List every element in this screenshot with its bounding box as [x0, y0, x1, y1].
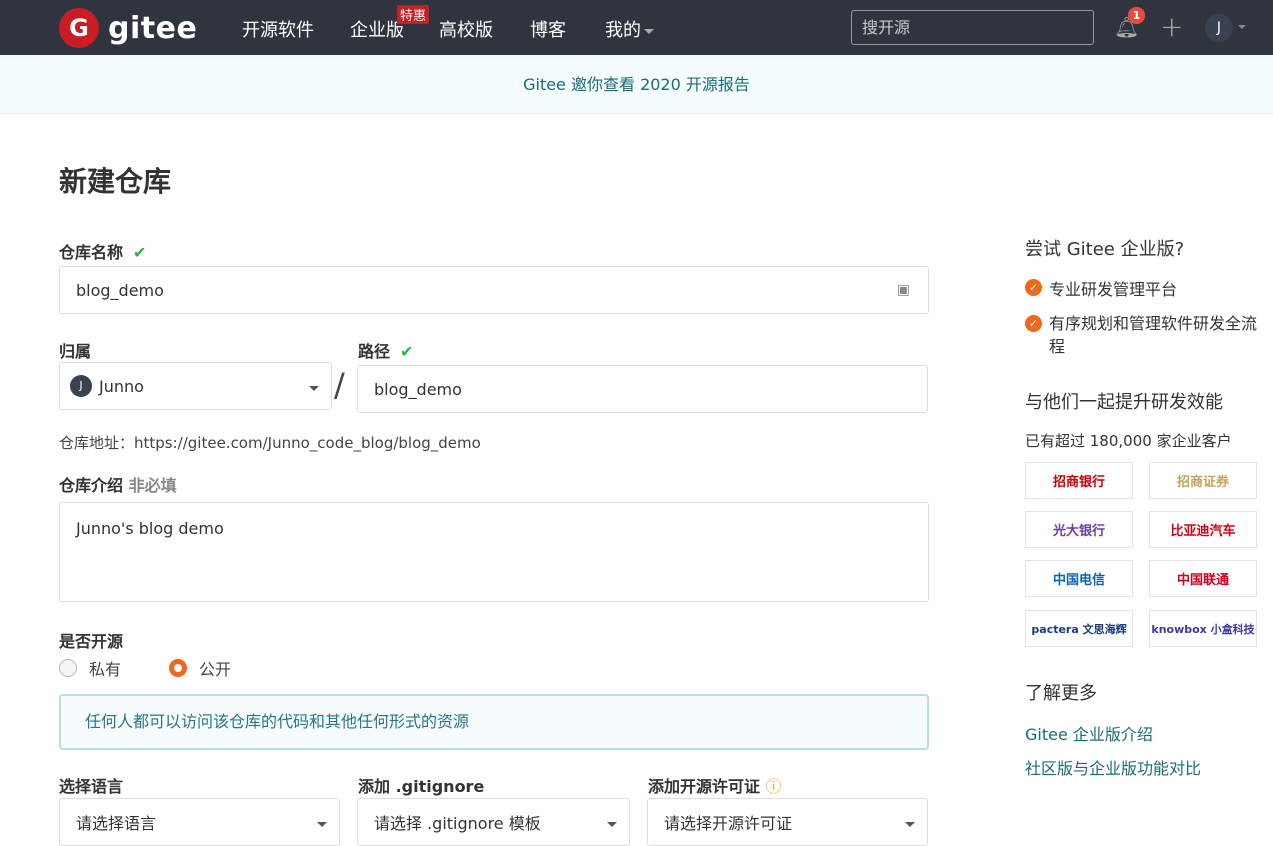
- optional-tag: 非必填: [128, 476, 177, 495]
- public-info-box: 任何人都可以访问该仓库的代码和其他任何形式的资源: [59, 694, 929, 750]
- repo-address: 仓库地址：https://gitee.com/Junno_code_blog/b…: [59, 434, 481, 452]
- chevron-down-icon: [317, 822, 327, 827]
- chevron-down-icon: [905, 822, 915, 827]
- license-select[interactable]: 请选择开源许可证: [647, 798, 928, 846]
- logo-mark: G: [59, 8, 99, 48]
- description-label: 仓库介绍 非必填: [59, 472, 177, 496]
- feature-text: 专业研发管理平台: [1049, 280, 1178, 299]
- language-label: 选择语言: [59, 777, 124, 796]
- open-source-label: 是否开源: [59, 632, 124, 651]
- promo-badge: 特惠: [397, 5, 430, 24]
- page-title: 新建仓库: [59, 165, 172, 198]
- license-label: 添加开源许可证 ⓘ: [648, 773, 782, 797]
- radio-label: 公开: [199, 660, 232, 679]
- repo-name-input[interactable]: blog_demo ▣: [59, 266, 929, 314]
- top-nav: Ggitee 开源软件 企业版 特惠 高校版 博客 我的 搜开源 🔔︎ 1 + …: [0, 0, 1273, 55]
- nav-blog[interactable]: 博客: [530, 16, 566, 42]
- label-text: 添加开源许可证: [648, 777, 761, 796]
- logo-cms: 招商证券: [1149, 462, 1257, 499]
- gitee-logo[interactable]: Ggitee: [59, 8, 197, 48]
- search-input[interactable]: 搜开源: [851, 10, 1094, 45]
- select-value: 请选择语言: [76, 814, 157, 833]
- enterprise-intro-link[interactable]: Gitee 企业版介绍: [1025, 721, 1153, 745]
- report-banner[interactable]: Gitee 邀你查看 2020 开源报告: [0, 55, 1273, 114]
- check-circle-icon: ✓: [1025, 315, 1042, 332]
- logo-unicom: 中国联通: [1149, 560, 1257, 597]
- label-text: 仓库名称: [59, 243, 124, 262]
- input-value: Junno's blog demo: [76, 519, 224, 538]
- check-circle-icon: ✓: [1025, 279, 1042, 296]
- owner-select[interactable]: J Junno: [59, 362, 332, 410]
- avatar[interactable]: J: [1205, 14, 1233, 42]
- contact-card-icon: ▣: [896, 282, 910, 298]
- gitignore-label: 添加 .gitignore: [358, 777, 485, 796]
- path-input[interactable]: blog_demo: [357, 365, 928, 413]
- logo-text: gitee: [108, 10, 198, 46]
- learn-more-title: 了解更多: [1025, 683, 1097, 704]
- path-label: 路径 ✔: [358, 338, 413, 362]
- nav-mine[interactable]: 我的: [605, 16, 654, 42]
- feature-text: 有序规划和管理软件研发全流程: [1049, 314, 1258, 356]
- logo-byd: 比亚迪汽车: [1149, 511, 1257, 548]
- select-value: 请选择 .gitignore 模板: [374, 814, 541, 833]
- radio-circle: [59, 659, 77, 677]
- nav-open-source[interactable]: 开源软件: [242, 16, 314, 42]
- nav-mine-label: 我的: [605, 20, 641, 41]
- radio-private[interactable]: 私有: [59, 656, 121, 680]
- logo-knowbox: knowbox 小盒科技: [1149, 610, 1257, 647]
- feature-item: ✓ 有序规划和管理软件研发全流程: [1025, 312, 1265, 358]
- label-text: 路径: [358, 342, 391, 361]
- customer-count: 已有超过 180,000 家企业客户: [1025, 432, 1232, 450]
- owner-label: 归属: [59, 342, 92, 361]
- logo-ceb: 光大银行: [1025, 511, 1133, 548]
- try-enterprise-title: 尝试 Gitee 企业版?: [1025, 239, 1185, 260]
- together-title: 与他们一起提升研发效能: [1025, 392, 1223, 413]
- label-text: 仓库介绍: [59, 476, 124, 495]
- compare-editions-link[interactable]: 社区版与企业版功能对比: [1025, 755, 1201, 779]
- info-icon[interactable]: ⓘ: [766, 777, 782, 796]
- radio-public[interactable]: 公开: [169, 656, 231, 680]
- slash-separator: /: [334, 366, 345, 404]
- owner-avatar: J: [70, 375, 92, 397]
- select-value: 请选择开源许可证: [664, 814, 793, 833]
- input-value: blog_demo: [76, 280, 164, 300]
- logo-telecom: 中国电信: [1025, 560, 1133, 597]
- logo-cmb: 招商银行: [1025, 462, 1133, 499]
- check-icon: ✔: [400, 342, 414, 361]
- owner-value: Junno: [99, 376, 144, 396]
- description-textarea[interactable]: Junno's blog demo: [59, 502, 929, 602]
- notification-count: 1: [1128, 7, 1145, 24]
- logo-pactera: pactera 文思海辉: [1025, 610, 1133, 647]
- chevron-down-icon: [309, 386, 319, 391]
- feature-item: ✓ 专业研发管理平台: [1025, 276, 1177, 300]
- chevron-down-icon: [644, 28, 654, 34]
- nav-education[interactable]: 高校版: [439, 16, 493, 42]
- language-select[interactable]: 请选择语言: [59, 798, 340, 846]
- check-icon: ✔: [133, 243, 147, 262]
- chevron-down-icon[interactable]: [1238, 25, 1246, 29]
- chevron-down-icon: [607, 822, 617, 827]
- radio-label: 私有: [89, 660, 122, 679]
- plus-icon[interactable]: +: [1160, 10, 1183, 43]
- radio-circle: [169, 659, 187, 677]
- gitignore-select[interactable]: 请选择 .gitignore 模板: [357, 798, 630, 846]
- input-value: blog_demo: [374, 379, 462, 399]
- nav-enterprise[interactable]: 企业版: [350, 16, 404, 42]
- repo-name-label: 仓库名称 ✔: [59, 239, 146, 263]
